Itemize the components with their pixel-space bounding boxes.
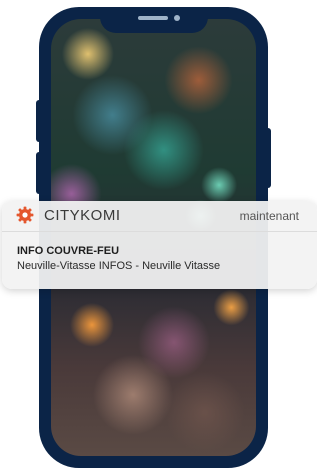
notification-title: INFO COUVRE-FEU bbox=[17, 245, 120, 257]
notification-app-name: CITYKOMI bbox=[44, 207, 121, 224]
stage: CITYKOMI maintenant INFO COUVRE-FEU Neuv… bbox=[0, 0, 317, 469]
front-camera bbox=[173, 15, 180, 21]
speaker-grille bbox=[137, 16, 168, 20]
notification-body: Neuville-Vitasse INFOS - Neuville Vitass… bbox=[17, 260, 221, 272]
push-notification[interactable]: CITYKOMI maintenant INFO COUVRE-FEU Neuv… bbox=[2, 201, 317, 289]
phone-notch bbox=[99, 7, 208, 33]
notification-header: CITYKOMI maintenant bbox=[2, 201, 317, 232]
notification-timestamp: maintenant bbox=[239, 209, 299, 223]
gear-icon bbox=[16, 206, 34, 224]
